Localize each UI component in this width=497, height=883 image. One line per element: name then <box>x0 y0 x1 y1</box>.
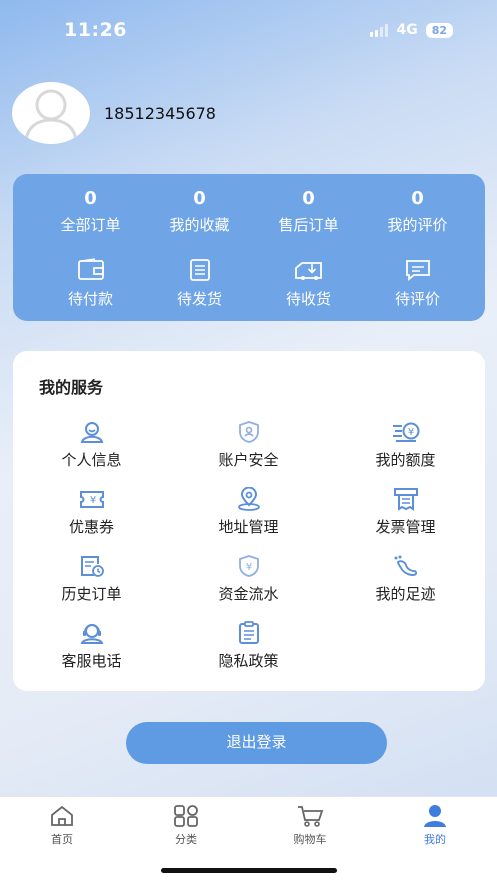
network-type: 4G <box>396 22 418 38</box>
order-status-label: 待发货 <box>176 290 222 308</box>
service-label: 个人信息 <box>61 451 122 469</box>
footprint-icon <box>327 553 484 579</box>
service-label: 资金流水 <box>218 585 279 603</box>
stat-count: 0 <box>411 188 424 209</box>
home-icon <box>22 803 102 829</box>
service-label: 历史订单 <box>61 585 122 603</box>
service-user-info[interactable]: 个人信息 <box>13 419 170 486</box>
service-address[interactable]: 地址管理 <box>170 486 327 553</box>
truck-download-icon <box>254 256 363 284</box>
order-history-icon <box>13 553 170 579</box>
svg-text:¥: ¥ <box>245 562 251 573</box>
service-label: 隐私政策 <box>218 652 279 670</box>
stat-label: 我的收藏 <box>169 216 230 234</box>
stat-favorites[interactable]: 0 我的收藏 <box>145 188 254 235</box>
service-order-history[interactable]: 历史订单 <box>13 553 170 620</box>
service-invoice[interactable]: 发票管理 <box>327 486 484 553</box>
tab-profile[interactable]: 我的 <box>395 803 475 847</box>
service-privacy-policy[interactable]: 隐私政策 <box>170 620 327 687</box>
battery-icon: 82 <box>425 22 453 38</box>
tab-cart[interactable]: 购物车 <box>270 803 350 847</box>
service-coupons[interactable]: ¥ 优惠券 <box>13 486 170 553</box>
account-security-icon <box>170 419 327 445</box>
order-status-pending-receipt[interactable]: 待收货 <box>254 256 363 309</box>
service-label: 我的额度 <box>375 451 436 469</box>
service-account-security[interactable]: 账户安全 <box>170 419 327 486</box>
service-label: 我的足迹 <box>375 585 436 603</box>
service-label: 账户安全 <box>218 451 279 469</box>
services-title: 我的服务 <box>39 378 104 397</box>
stat-count: 0 <box>84 188 97 209</box>
order-status-row: 待付款 待发货 待收货 待评价 <box>13 256 485 309</box>
stat-reviews[interactable]: 0 我的评价 <box>363 188 472 235</box>
profile-header[interactable]: 18512345678 <box>12 82 216 144</box>
service-customer-service[interactable]: 客服电话 <box>13 620 170 687</box>
tab-label: 首页 <box>51 833 73 846</box>
order-status-label: 待付款 <box>67 290 113 308</box>
stat-label: 我的评价 <box>387 216 448 234</box>
default-avatar-icon <box>24 89 78 141</box>
coupon-icon: ¥ <box>13 486 170 512</box>
avatar[interactable] <box>12 82 90 144</box>
service-footprint[interactable]: 我的足迹 <box>327 553 484 620</box>
cash-flow-icon: ¥ <box>170 553 327 579</box>
invoice-icon <box>327 486 484 512</box>
order-status-pending-shipment[interactable]: 待发货 <box>145 256 254 309</box>
stat-label: 售后订单 <box>278 216 339 234</box>
logout-button[interactable]: 退出登录 <box>126 722 387 764</box>
services-card: 我的服务 个人信息 账户安全 ¥ 我的额度 ¥ 优惠券 地址管理 发票管理 历史… <box>13 351 485 691</box>
tab-home[interactable]: 首页 <box>22 803 102 847</box>
customer-service-icon <box>13 620 170 646</box>
home-indicator <box>161 868 337 873</box>
status-bar: 11:26 4G 82 <box>0 0 497 60</box>
profile-icon <box>395 803 475 829</box>
services-grid: 个人信息 账户安全 ¥ 我的额度 ¥ 优惠券 地址管理 发票管理 历史订单 ¥ … <box>13 419 485 687</box>
category-icon <box>146 803 226 829</box>
order-status-label: 待评价 <box>394 290 440 308</box>
tab-label: 分类 <box>175 833 197 846</box>
stat-after-sales[interactable]: 0 售后订单 <box>254 188 363 235</box>
order-summary-card: 0 全部订单 0 我的收藏 0 售后订单 0 我的评价 待付款 待发货 待收货 … <box>13 174 485 321</box>
location-icon <box>170 486 327 512</box>
stat-count: 0 <box>302 188 315 209</box>
service-label: 地址管理 <box>218 518 279 536</box>
tab-label: 购物车 <box>293 833 327 846</box>
service-credit-limit[interactable]: ¥ 我的额度 <box>327 419 484 486</box>
signal-icon <box>370 23 389 37</box>
order-status-pending-payment[interactable]: 待付款 <box>36 256 145 309</box>
stat-all-orders[interactable]: 0 全部订单 <box>36 188 145 235</box>
status-time: 11:26 <box>64 19 127 41</box>
user-phone: 18512345678 <box>104 103 216 123</box>
stat-label: 全部订单 <box>60 216 121 234</box>
user-info-icon <box>13 419 170 445</box>
status-indicators: 4G 82 <box>370 22 453 38</box>
svg-text:¥: ¥ <box>89 495 95 506</box>
cart-icon <box>270 803 350 829</box>
credit-limit-icon: ¥ <box>327 419 484 445</box>
service-label: 优惠券 <box>68 518 114 536</box>
privacy-policy-icon <box>170 620 327 646</box>
svg-text:¥: ¥ <box>407 427 413 438</box>
package-list-icon <box>145 256 254 284</box>
stats-row: 0 全部订单 0 我的收藏 0 售后订单 0 我的评价 <box>13 188 485 235</box>
order-status-label: 待收货 <box>285 290 331 308</box>
comment-icon <box>363 256 472 284</box>
tab-label: 我的 <box>424 833 446 846</box>
service-label: 发票管理 <box>375 518 436 536</box>
service-cash-flow[interactable]: ¥ 资金流水 <box>170 553 327 620</box>
wallet-icon <box>36 256 145 284</box>
order-status-pending-review[interactable]: 待评价 <box>363 256 472 309</box>
tab-category[interactable]: 分类 <box>146 803 226 847</box>
service-label: 客服电话 <box>61 652 122 670</box>
stat-count: 0 <box>193 188 206 209</box>
